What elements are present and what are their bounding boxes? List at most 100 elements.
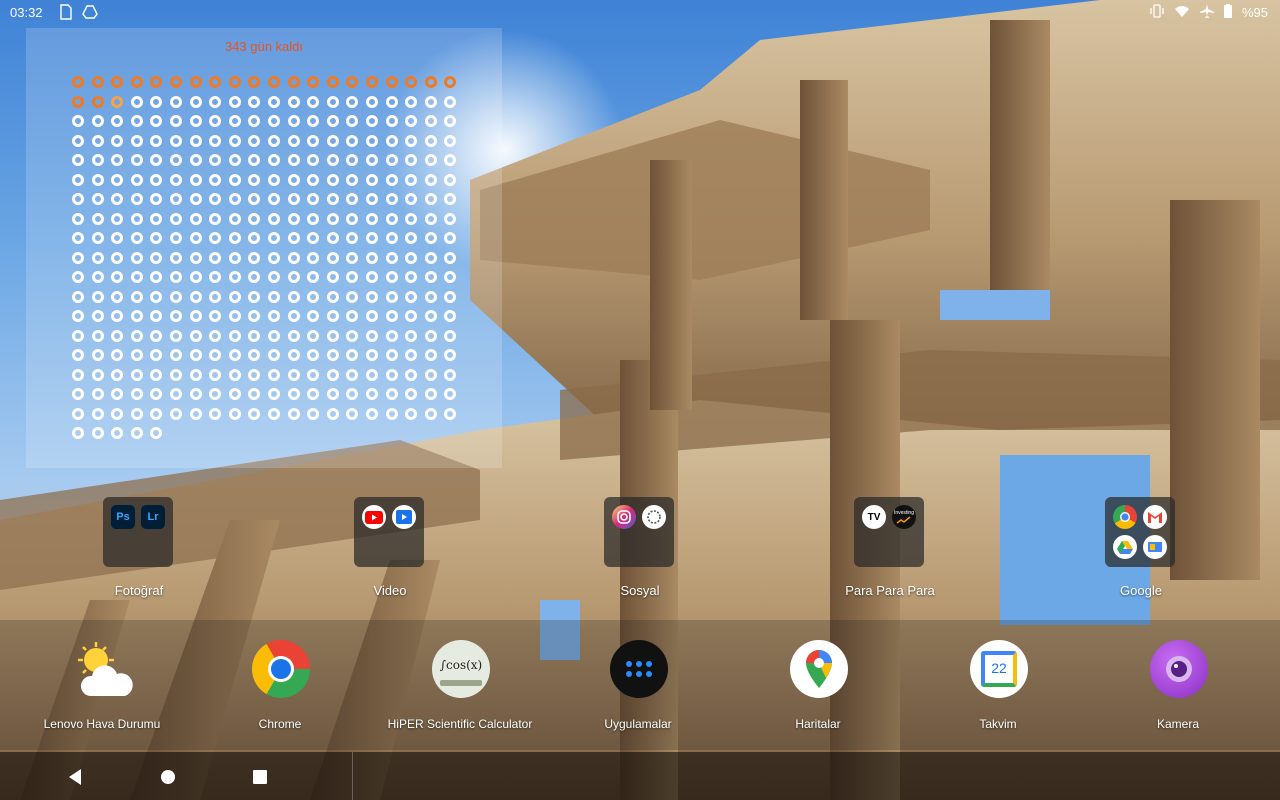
folder-label: Para Para Para xyxy=(845,583,935,598)
recents-button[interactable] xyxy=(247,764,273,790)
dock-app-calendar[interactable]: 22 Takvim xyxy=(918,640,1078,750)
day-dot xyxy=(248,193,261,205)
day-dot xyxy=(326,388,339,400)
day-dot xyxy=(405,290,418,303)
day-dot xyxy=(385,212,398,225)
day-dot xyxy=(111,310,124,322)
day-dot xyxy=(424,154,437,166)
dock-app-maps[interactable]: Haritalar xyxy=(738,640,898,750)
day-dot xyxy=(150,310,163,322)
folder-para-para-para[interactable]: TV Investing Para Para Para xyxy=(830,497,950,607)
folder-label: Fotoğraf xyxy=(114,583,164,598)
day-dot xyxy=(189,134,202,147)
day-dot xyxy=(424,232,437,244)
camera-icon xyxy=(1150,640,1208,698)
day-dot xyxy=(405,407,418,420)
day-dot xyxy=(228,154,241,166)
day-dot xyxy=(91,388,104,400)
dock-app-chrome[interactable]: Chrome xyxy=(200,640,360,750)
day-dot xyxy=(189,407,202,420)
day-dot xyxy=(268,134,280,147)
day-dot xyxy=(111,193,124,205)
day-dot xyxy=(307,329,320,342)
day-dot xyxy=(287,76,300,88)
day-dot xyxy=(209,349,222,361)
dock-app-drawer[interactable]: Uygulamalar xyxy=(558,640,718,750)
day-dot xyxy=(189,310,202,322)
dock-app-weather[interactable]: Lenovo Hava Durumu xyxy=(22,640,182,750)
day-dot xyxy=(170,232,182,244)
day-dot xyxy=(405,329,418,342)
status-right-icons: %95 xyxy=(1150,4,1268,21)
folder-label: Video xyxy=(373,583,407,598)
day-dot xyxy=(209,76,222,88)
day-dot xyxy=(248,271,261,283)
day-dot xyxy=(111,290,124,303)
day-dot xyxy=(248,329,261,342)
countdown-widget[interactable]: 343 gün kaldı xyxy=(26,28,502,468)
day-dot xyxy=(189,271,202,283)
airplane-mode-icon xyxy=(1199,4,1214,21)
dock-label: Haritalar xyxy=(795,717,841,731)
day-dot xyxy=(72,349,84,361)
day-dot xyxy=(405,388,418,400)
day-dot xyxy=(209,368,222,381)
day-dot xyxy=(444,388,457,400)
wifi-icon xyxy=(1174,4,1190,21)
folder-video[interactable]: Video xyxy=(330,497,450,607)
day-dot xyxy=(72,232,84,244)
status-left-icons xyxy=(60,4,98,23)
day-dot xyxy=(72,115,84,127)
day-dot xyxy=(366,271,378,283)
day-dot xyxy=(366,349,378,361)
day-dot xyxy=(405,232,418,244)
day-dot xyxy=(111,251,124,264)
day-dot xyxy=(326,134,339,147)
home-button[interactable] xyxy=(155,764,181,790)
day-dot xyxy=(72,251,84,264)
day-dot xyxy=(150,388,163,400)
folder-sosyal[interactable]: Sosyal xyxy=(580,497,700,607)
day-dot xyxy=(228,212,241,225)
back-button[interactable] xyxy=(62,764,88,790)
calculator-icon: ∫cos(x) xyxy=(432,640,490,698)
day-dot xyxy=(91,349,104,361)
day-dot xyxy=(209,251,222,264)
dock-app-hiper-calculator[interactable]: ∫cos(x) HiPER Scientific Calculator xyxy=(380,640,540,750)
day-dot xyxy=(444,251,457,264)
day-dot xyxy=(111,407,124,420)
day-dot xyxy=(150,232,163,244)
day-dot xyxy=(189,212,202,225)
day-dot xyxy=(189,251,202,264)
day-dot xyxy=(170,407,182,420)
day-dot xyxy=(130,95,143,108)
folder-google[interactable]: Google xyxy=(1081,497,1201,607)
day-dot xyxy=(346,95,359,108)
day-dot xyxy=(307,115,320,127)
day-dot xyxy=(366,95,378,108)
day-dot xyxy=(248,212,261,225)
lightroom-icon: Lr xyxy=(141,505,165,529)
day-dot xyxy=(366,76,378,88)
day-dot xyxy=(170,212,182,225)
day-dot xyxy=(248,115,261,127)
dock-label: Chrome xyxy=(258,717,302,731)
day-dot xyxy=(405,310,418,322)
day-dot xyxy=(287,290,300,303)
day-dot xyxy=(91,115,104,127)
status-bar: 03:32 %95 xyxy=(0,0,1280,24)
day-dot xyxy=(150,212,163,225)
folder-label: Sosyal xyxy=(620,583,660,598)
dock-app-camera[interactable]: Kamera xyxy=(1098,640,1258,750)
day-dot xyxy=(424,115,437,127)
day-dot xyxy=(287,212,300,225)
day-dot xyxy=(150,193,163,205)
folder-fotograf[interactable]: Ps Lr Fotoğraf xyxy=(79,497,199,607)
folder-preview xyxy=(1105,497,1175,567)
day-dot xyxy=(72,76,84,88)
day-dot xyxy=(346,349,359,361)
day-dot xyxy=(130,271,143,283)
day-dot xyxy=(268,290,280,303)
day-dot xyxy=(228,407,241,420)
day-dot xyxy=(150,329,163,342)
